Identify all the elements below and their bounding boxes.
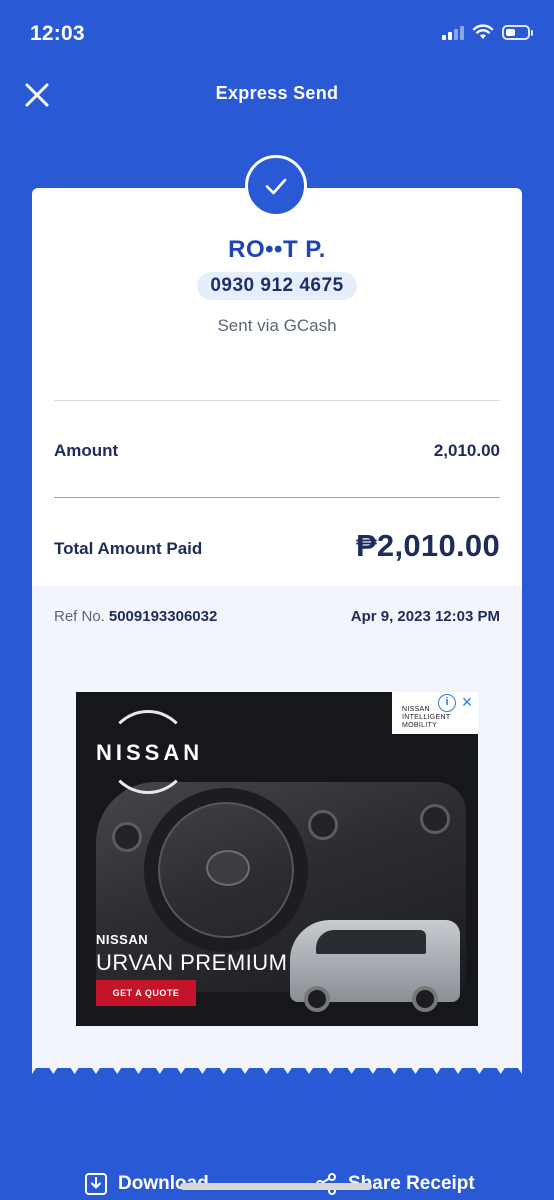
ref-label-text: Ref No. <box>54 608 105 625</box>
amount-label: Amount <box>54 441 119 460</box>
total-label: Total Amount Paid <box>54 539 203 558</box>
ad-wheel-hub-image <box>206 850 250 886</box>
get-a-quote-button[interactable]: GET A QUOTE <box>96 980 196 1006</box>
sent-via-text: Sent via GCash <box>217 316 337 335</box>
ad-model-brand: NISSAN <box>96 932 149 947</box>
ad-banner[interactable]: NISSAN NISSAN INTELLIGENT MOBILITY i × N… <box>76 692 478 1026</box>
ad-vent-image <box>308 810 338 840</box>
page-title: Express Send <box>215 83 339 103</box>
receipt-torn-edge <box>32 1062 522 1074</box>
info-icon[interactable]: i <box>438 694 456 712</box>
ad-van-tire <box>304 986 330 1012</box>
recipient-name: RO••T P. <box>228 236 326 263</box>
divider <box>54 400 500 401</box>
receipt-card: RO••T P. 0930 912 4675 Sent via GCash Am… <box>32 155 522 1068</box>
total-value: ₱2,010.00 <box>355 528 500 563</box>
ad-vent-image <box>112 822 142 852</box>
receipt-screen: 12:03 Express Send RO••T P. 0930 912 467… <box>0 0 554 1200</box>
recipient-number: 0930 912 4675 <box>197 272 357 300</box>
battery-level <box>506 28 515 36</box>
ad-model: URVAN PREMIUM <box>96 950 288 975</box>
wifi-icon <box>472 24 494 39</box>
home-indicator <box>180 1183 372 1190</box>
ad-vent-image <box>420 804 450 834</box>
success-badge <box>245 155 307 217</box>
transaction-date: Apr 9, 2023 12:03 PM <box>350 608 500 625</box>
status-icons <box>442 24 533 40</box>
check-icon <box>265 178 287 195</box>
ref-label: Ref No. 5009193306032 <box>54 608 217 625</box>
ad-brand: NISSAN <box>96 740 204 765</box>
divider <box>54 497 500 498</box>
status-bar: 12:03 <box>0 0 554 66</box>
ad-corner-badge: NISSAN INTELLIGENT MOBILITY i × <box>392 692 478 734</box>
ad-van-tire <box>412 986 438 1012</box>
download-icon <box>85 1173 107 1195</box>
battery-icon <box>502 24 533 40</box>
reference-section: Ref No. 5009193306032 Apr 9, 2023 12:03 P… <box>32 586 522 1068</box>
status-time: 12:03 <box>30 22 85 45</box>
recipient-number-wrap: 0930 912 4675 <box>32 272 522 300</box>
ref-number: 5009193306032 <box>108 608 218 625</box>
ad-close-icon[interactable]: × <box>458 693 476 711</box>
cellular-signal-icon <box>442 24 464 40</box>
amount-value: 2,010.00 <box>433 441 500 460</box>
header: Express Send <box>0 66 554 122</box>
ad-van-image <box>290 920 460 1012</box>
